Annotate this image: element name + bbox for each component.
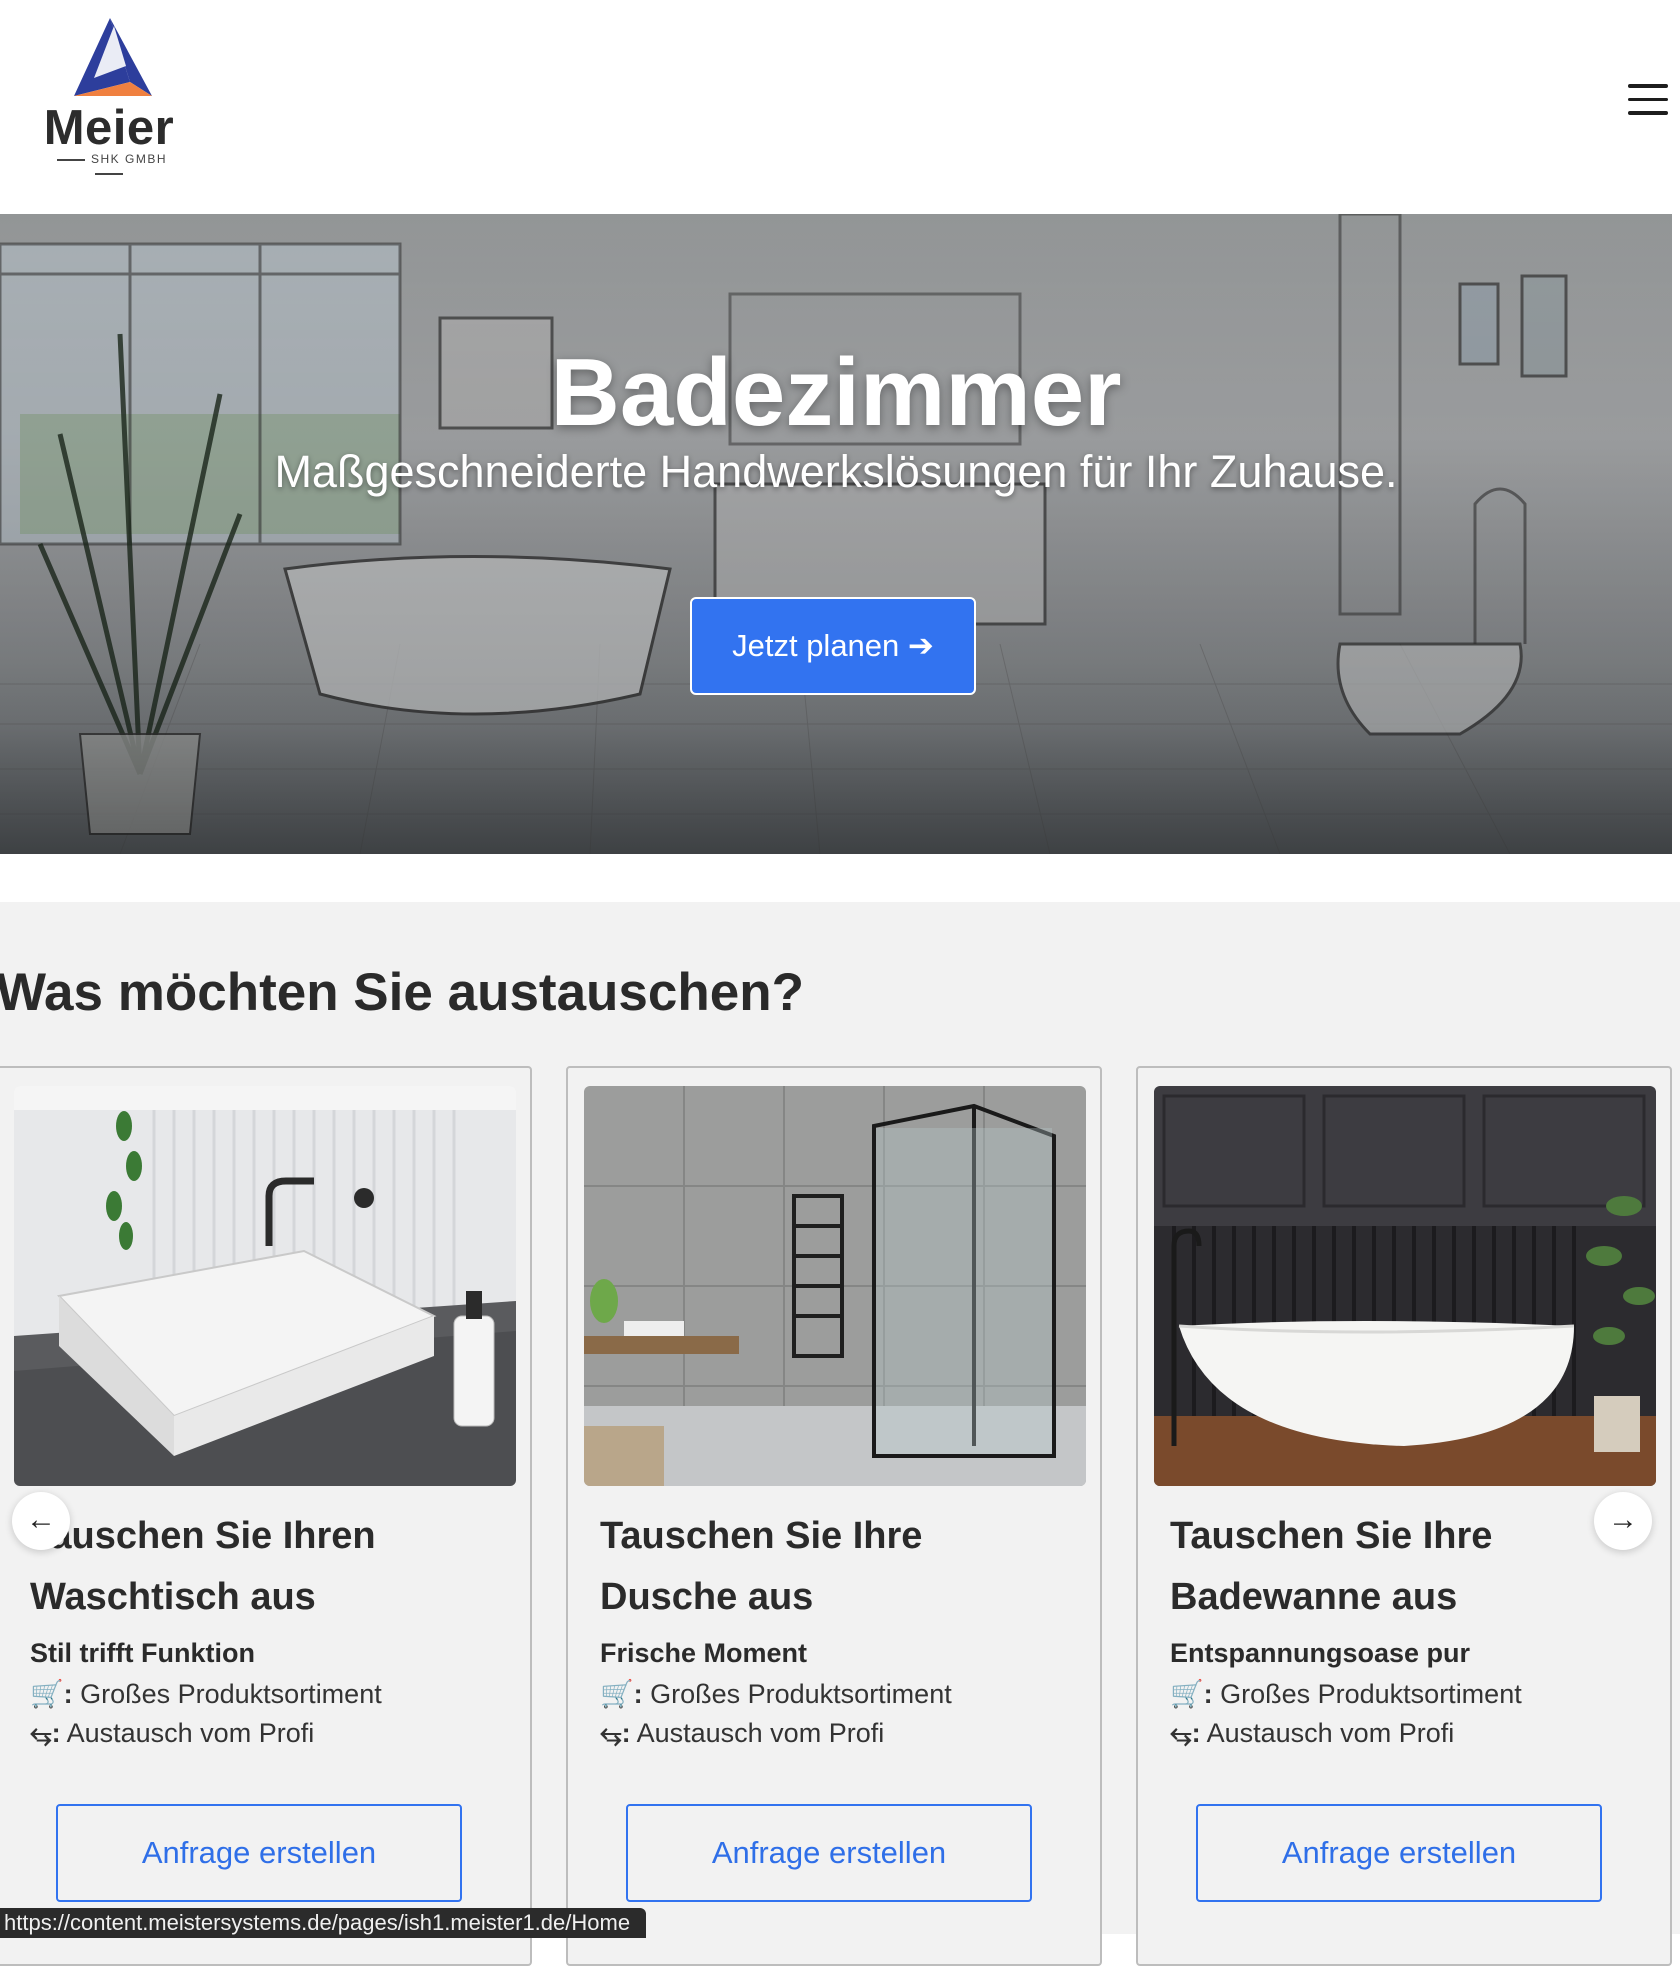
request-button[interactable]: Anfrage erstellen — [626, 1804, 1032, 1902]
bathroom-sketch-image — [0, 214, 1672, 854]
site-header: Meier SHK GMBH — [0, 0, 1680, 214]
card-tagline: Frische Moment — [600, 1638, 808, 1668]
hamburger-menu-icon[interactable] — [1628, 84, 1668, 118]
feature-professional-exchange: ⥃: Austausch vom Profi — [30, 1718, 315, 1748]
feature-professional-exchange: ⥃: Austausch vom Profi — [600, 1718, 885, 1748]
cart-icon: 🛒: — [600, 1679, 643, 1709]
exchange-section: Was möchten Sie austauschen? Tauschen Si… — [0, 902, 1680, 1966]
brand-name: Meier — [43, 101, 175, 155]
hero-title: Badezimmer — [550, 339, 1122, 446]
carousel-next-icon[interactable]: → — [1594, 1492, 1652, 1550]
plan-now-button[interactable]: Jetzt planen ➔ — [690, 597, 976, 695]
card-title: Tauschen Sie Ihren Waschtisch aus — [30, 1515, 376, 1618]
washbasin-image — [14, 1086, 516, 1486]
feature-professional-exchange: ⥃: Austausch vom Profi — [1170, 1718, 1455, 1748]
section-title: Was möchten Sie austauschen? — [0, 963, 804, 1022]
bathtub-image — [1154, 1086, 1656, 1486]
feature-product-range: 🛒: Großes Produktsortiment — [1170, 1679, 1522, 1709]
brand-logo[interactable]: Meier SHK GMBH — [34, 16, 184, 175]
logo-triangle-icon — [74, 18, 152, 96]
card-shower: Tauschen Sie Ihre Dusche aus Frische Mom… — [566, 1066, 1102, 1966]
cart-icon: 🛒: — [1170, 1679, 1213, 1709]
brand-subtitle: SHK GMBH — [34, 152, 184, 180]
card-title: Tauschen Sie Ihre Dusche aus — [600, 1515, 923, 1618]
exchange-icon: ⥃: — [1170, 1718, 1201, 1748]
shower-image — [584, 1086, 1086, 1486]
card-tagline: Entspannungsoase pur — [1170, 1638, 1471, 1668]
card-bathtub: Tauschen Sie Ihre Badewanne aus Entspann… — [1136, 1066, 1672, 1966]
card-title: Tauschen Sie Ihre Badewanne aus — [1170, 1515, 1493, 1618]
request-button[interactable]: Anfrage erstellen — [56, 1804, 462, 1902]
exchange-icon: ⥃: — [600, 1718, 631, 1748]
feature-product-range: 🛒: Großes Produktsortiment — [30, 1679, 382, 1709]
carousel-prev-icon[interactable]: ← — [12, 1492, 70, 1550]
exchange-icon: ⥃: — [30, 1718, 61, 1748]
request-button[interactable]: Anfrage erstellen — [1196, 1804, 1602, 1902]
card-tagline: Stil trifft Funktion — [30, 1638, 255, 1668]
hero-banner: Badezimmer Maßgeschneiderte Handwerkslös… — [0, 214, 1672, 854]
feature-product-range: 🛒: Großes Produktsortiment — [600, 1679, 952, 1709]
cart-icon: 🛒: — [30, 1679, 73, 1709]
card-washbasin: Tauschen Sie Ihren Waschtisch aus Stil t… — [0, 1066, 532, 1966]
hero-subtitle: Maßgeschneiderte Handwerkslösungen für I… — [274, 446, 1398, 497]
